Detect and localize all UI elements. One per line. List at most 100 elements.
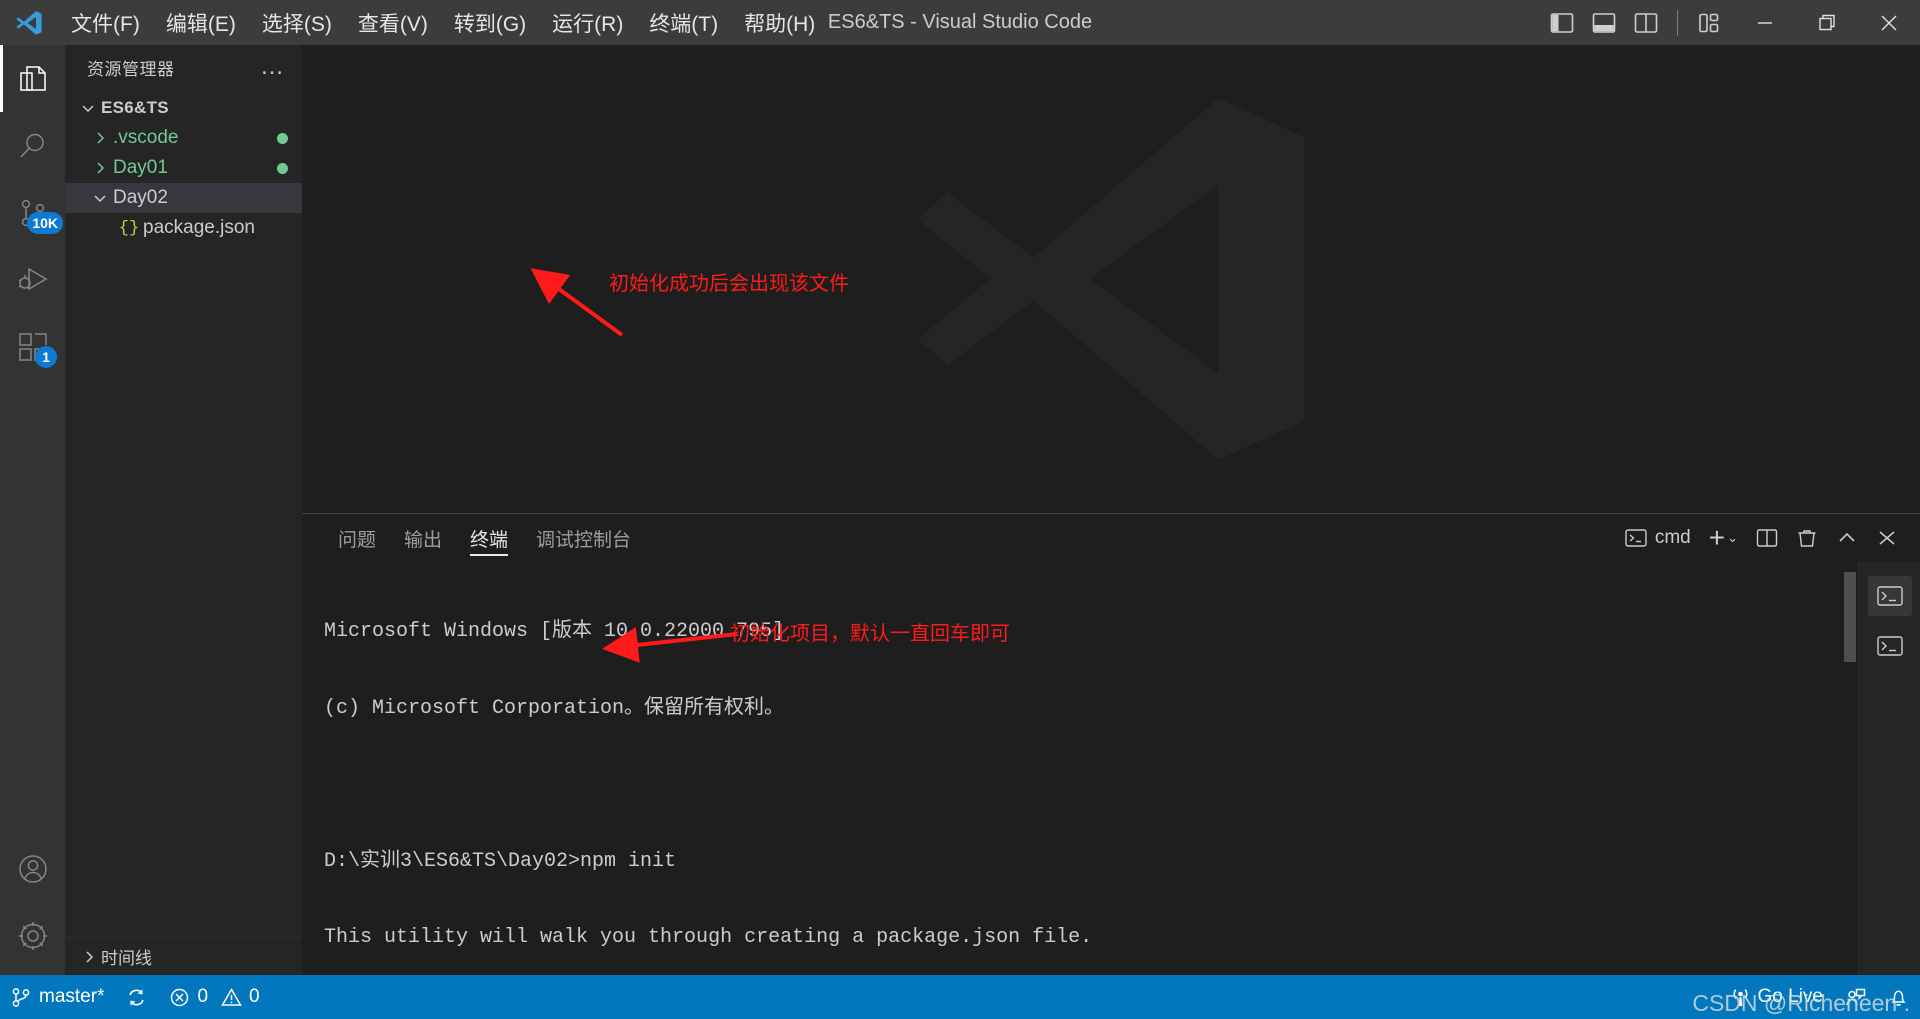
menu-file[interactable]: 文件(F) [58, 6, 153, 39]
explorer-annotation-text: 初始化成功后会出现该文件 [609, 273, 849, 295]
toggle-secondary-sidebar-icon[interactable] [1627, 3, 1665, 43]
tab-problems[interactable]: 问题 [324, 514, 390, 562]
menu-run-label: 运行(R) [552, 12, 624, 36]
terminal-container: Microsoft Windows [版本 10.0.22000.795] (c… [302, 562, 1920, 975]
panel-tabs: 问题 输出 终端 调试控制台 [324, 514, 645, 562]
chevron-down-icon [75, 101, 101, 115]
menu-help-label: 帮助(H) [744, 12, 816, 36]
status-go-live[interactable]: Go Live [1719, 975, 1834, 1019]
status-branch-label: master* [39, 986, 105, 1007]
search-icon [19, 133, 44, 158]
title-bar: 文件(F) 编辑(E) 选择(S) 查看(V) 转到(G) 运行(R) 终端(T… [0, 0, 1920, 45]
explorer-more-actions-icon[interactable]: … [252, 55, 292, 79]
panel-header: 问题 输出 终端 调试控制台 cmd + ⌄ [302, 514, 1920, 562]
status-go-live-label: Go Live [1757, 986, 1823, 1007]
tree-item-vscode[interactable]: .vscode [65, 123, 302, 153]
tree-item-label: Day01 [113, 157, 168, 178]
tab-debug-console[interactable]: 调试控制台 [522, 514, 645, 562]
activity-bar-bottom [0, 835, 65, 975]
manage-settings-button[interactable] [0, 902, 65, 969]
explorer-header: 资源管理器 … [65, 45, 302, 89]
vscode-window: 文件(F) 编辑(E) 选择(S) 查看(V) 转到(G) 运行(R) 终端(T… [0, 0, 1920, 1019]
accounts-button[interactable] [0, 835, 65, 902]
terminal-shell-selector[interactable]: cmd [1617, 520, 1699, 556]
chevron-right-icon [87, 161, 113, 175]
terminal-scrollbar-thumb[interactable] [1844, 572, 1856, 662]
tab-label: 问题 [338, 529, 377, 551]
live-share-icon [1846, 988, 1866, 1005]
tab-terminal[interactable]: 终端 [456, 514, 522, 562]
terminal-scrollbar[interactable] [1842, 562, 1858, 975]
menu-go-label: 转到(G) [453, 12, 527, 36]
terminal-icon [1876, 586, 1903, 606]
json-file-icon: {} [118, 218, 140, 238]
menu-selection[interactable]: 选择(S) [249, 6, 345, 39]
account-icon [18, 854, 47, 883]
panel-actions: cmd + ⌄ [1617, 520, 1906, 556]
warning-icon [221, 987, 242, 1006]
menu-terminal-label: 终端(T) [649, 12, 719, 36]
tree-item-label: package.json [143, 217, 255, 238]
sidebar-item-explorer[interactable] [0, 45, 65, 112]
menu-view[interactable]: 查看(V) [345, 6, 441, 39]
new-terminal-button[interactable]: + ⌄ [1701, 520, 1746, 556]
status-sync[interactable] [115, 975, 158, 1019]
explorer-annotation-arrow [530, 268, 624, 337]
kill-terminal-button[interactable] [1788, 520, 1826, 556]
chevron-up-icon [1839, 532, 1855, 542]
status-error-count: 0 [197, 986, 209, 1007]
empty-editor-area: 初始化成功后会出现该文件 [302, 45, 1920, 513]
title-bar-right [1543, 0, 1920, 45]
status-warning-count: 0 [249, 986, 260, 1007]
menu-help[interactable]: 帮助(H) [731, 6, 828, 39]
tree-item-package-json[interactable]: {} package.json [65, 213, 302, 243]
maximize-panel-button[interactable] [1828, 520, 1866, 556]
terminal-output[interactable]: Microsoft Windows [版本 10.0.22000.795] (c… [302, 562, 1842, 975]
sidebar-item-source-control[interactable]: 10K [0, 179, 65, 246]
tree-item-day01[interactable]: Day01 [65, 153, 302, 183]
sidebar-item-run-and-debug[interactable] [0, 246, 65, 313]
menu-terminal[interactable]: 终端(T) [636, 6, 731, 39]
source-control-badge: 10K [27, 212, 63, 234]
sidebar-item-search[interactable] [0, 112, 65, 179]
bottom-panel: 问题 输出 终端 调试控制台 cmd + ⌄ Microsoft Windows… [302, 513, 1920, 975]
run-debug-icon [18, 267, 47, 290]
menu-selection-label: 选择(S) [261, 12, 332, 36]
timeline-section-header[interactable]: 时间线 [65, 937, 302, 975]
menu-run[interactable]: 运行(R) [539, 6, 636, 39]
tree-item-label: .vscode [113, 127, 179, 148]
split-terminal-button[interactable] [1748, 520, 1786, 556]
terminal-tab-1[interactable] [1867, 576, 1912, 616]
bell-icon [1891, 990, 1906, 1006]
menu-edit[interactable]: 编辑(E) [153, 6, 249, 39]
minimize-button[interactable] [1734, 0, 1796, 45]
close-button[interactable] [1858, 0, 1920, 45]
close-panel-button[interactable] [1868, 520, 1906, 556]
tree-item-day02[interactable]: Day02 [65, 183, 302, 213]
sidebar-item-extensions[interactable]: 1 [0, 313, 65, 380]
tree-item-es6ts-root[interactable]: ES6&TS [65, 93, 302, 123]
tab-output[interactable]: 输出 [390, 514, 456, 562]
status-branch[interactable]: master* [0, 975, 115, 1019]
workbench-body: 10K 1 资源管理器 … ES6&TS .vscode Day01 Day02… [0, 45, 1920, 975]
terminal-line: This utility will walk you through creat… [324, 926, 1093, 949]
customize-layout-icon[interactable] [1690, 3, 1728, 43]
status-live-share[interactable] [1834, 975, 1877, 1019]
git-branch-icon [12, 987, 30, 1007]
git-status-dot [277, 162, 288, 174]
tree-item-label: ES6&TS [101, 98, 169, 117]
terminal-icon [1625, 529, 1647, 547]
error-icon [171, 988, 189, 1006]
toolbar-separator [1677, 9, 1678, 36]
terminal-tab-2[interactable] [1868, 626, 1912, 666]
toggle-primary-sidebar-icon[interactable] [1543, 3, 1581, 43]
toggle-panel-icon[interactable] [1585, 3, 1623, 43]
status-notifications[interactable] [1877, 975, 1920, 1019]
files-icon [19, 65, 46, 91]
file-tree: ES6&TS .vscode Day01 Day02 {} package.js… [65, 89, 302, 937]
restore-button[interactable] [1796, 0, 1858, 45]
menu-go[interactable]: 转到(G) [441, 6, 539, 39]
menu-bar: 文件(F) 编辑(E) 选择(S) 查看(V) 转到(G) 运行(R) 终端(T… [58, 0, 828, 45]
status-problems[interactable]: 0 0 [158, 975, 270, 1019]
